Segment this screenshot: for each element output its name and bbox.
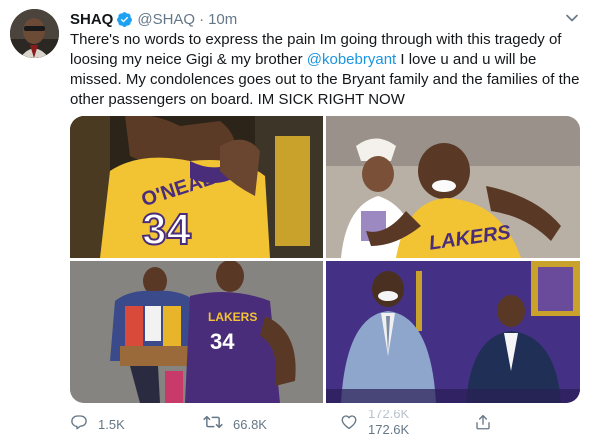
reply-button[interactable]: 1.5K [70, 410, 125, 438]
tweet[interactable]: SHAQ @SHAQ · 10m There's no words to exp… [0, 0, 594, 440]
reply-count: 1.5K [98, 416, 125, 432]
verified-badge-icon [116, 11, 133, 28]
photo3-jersey-number: 34 [210, 329, 235, 354]
retweet-icon [203, 413, 223, 436]
photo-4[interactable] [326, 261, 580, 403]
retweet-button[interactable]: 66.8K [203, 410, 267, 438]
tweet-actions: 1.5K 66.8K 172.6K 172.6K [70, 410, 590, 438]
share-button[interactable] [474, 410, 492, 438]
photo-2[interactable]: LAKERS [326, 116, 580, 258]
author-handle[interactable]: @SHAQ [137, 11, 195, 28]
photo1-jersey-number: 34 [142, 205, 191, 254]
tweet-header: SHAQ @SHAQ · 10m [70, 9, 237, 29]
photo-3[interactable]: LAKERS 34 [70, 261, 323, 403]
heart-icon [340, 413, 358, 436]
like-count-wrap: 172.6K 172.6K [368, 410, 428, 438]
photo-grid: O'NEAL 34 LAKERS LAKERS 34 [70, 116, 580, 403]
chevron-down-icon[interactable] [563, 9, 581, 27]
like-button[interactable]: 172.6K 172.6K [340, 410, 428, 438]
share-icon [474, 413, 492, 436]
tweet-timestamp[interactable]: 10m [208, 11, 237, 28]
photo3-jersey-text: LAKERS [208, 310, 257, 324]
avatar[interactable] [10, 9, 59, 58]
mention-link[interactable]: @kobebryant [307, 51, 396, 68]
photo-1[interactable]: O'NEAL 34 [70, 116, 323, 258]
separator-dot: · [199, 10, 205, 28]
tweet-text: There's no words to express the pain Im … [70, 30, 580, 110]
like-count: 172.6K [368, 422, 410, 437]
author-name[interactable]: SHAQ [70, 11, 113, 28]
like-count-previous: 172.6K [368, 410, 410, 421]
retweet-count: 66.8K [233, 416, 267, 432]
reply-icon [70, 413, 88, 436]
